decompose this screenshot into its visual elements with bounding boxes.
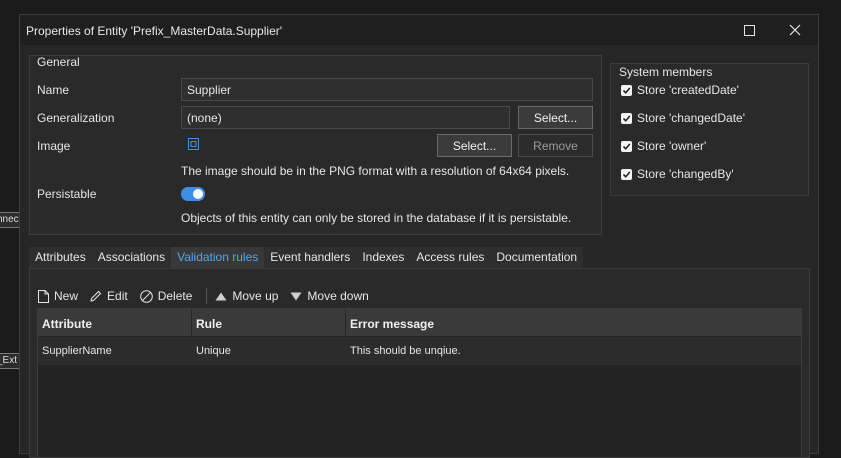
- move-down-label: Move down: [307, 289, 369, 303]
- delete-label: Delete: [157, 289, 193, 303]
- background-fragment: nnec: [0, 212, 20, 228]
- tab-indexes[interactable]: Indexes: [356, 247, 411, 268]
- system-members-legend: System members: [619, 65, 713, 79]
- tab-strip: Attributes Associations Validation rules…: [29, 247, 584, 268]
- store-changed-by-label: Store 'changedBy': [637, 167, 734, 181]
- new-document-icon: [38, 289, 49, 303]
- validation-rules-panel: New Edit Delete Move up Move down Attrib…: [29, 268, 810, 458]
- move-up-button[interactable]: Move up: [215, 289, 278, 303]
- generalization-select-button[interactable]: Select...: [518, 106, 593, 129]
- move-up-label: Move up: [232, 289, 279, 303]
- generalization-field[interactable]: (none): [181, 106, 510, 129]
- validation-rules-grid: Attribute Rule Error message SupplierNam…: [37, 308, 802, 458]
- move-down-button[interactable]: Move down: [290, 289, 369, 303]
- image-hint: The image should be in the PNG format wi…: [181, 164, 570, 178]
- store-created-date-label: Store 'createdDate': [637, 83, 739, 97]
- maximize-button[interactable]: [726, 15, 772, 45]
- store-changed-date-checkbox[interactable]: Store 'changedDate': [621, 111, 745, 125]
- grid-header: Attribute Rule Error message: [38, 309, 801, 336]
- store-changed-by-checkbox[interactable]: Store 'changedBy': [621, 167, 734, 181]
- persistable-hint: Objects of this entity can only be store…: [181, 211, 572, 225]
- close-icon: [789, 24, 801, 36]
- background-fragment: _Ext: [0, 353, 20, 369]
- triangle-down-icon: [290, 292, 302, 300]
- triangle-up-icon: [215, 292, 227, 300]
- check-icon: [621, 168, 632, 180]
- new-button[interactable]: New: [38, 289, 78, 303]
- generalization-label: Generalization: [37, 111, 115, 125]
- store-owner-label: Store 'owner': [637, 139, 707, 153]
- store-created-date-checkbox[interactable]: Store 'createdDate': [621, 83, 739, 97]
- tab-documentation[interactable]: Documentation: [490, 247, 584, 268]
- edit-label: Edit: [107, 289, 128, 303]
- edit-button[interactable]: Edit: [90, 289, 128, 303]
- table-row[interactable]: SupplierName Unique This should be unqiu…: [38, 337, 801, 365]
- pencil-icon: [90, 290, 102, 302]
- image-remove-button[interactable]: Remove: [518, 134, 593, 157]
- close-button[interactable]: [772, 15, 818, 45]
- image-label: Image: [37, 139, 71, 153]
- image-placeholder-icon: [188, 138, 199, 153]
- new-label: New: [54, 289, 79, 303]
- entity-properties-dialog: Properties of Entity 'Prefix_MasterData.…: [19, 14, 819, 458]
- system-members-group: System members Store 'createdDate' Store…: [610, 63, 809, 196]
- tab-access-rules[interactable]: Access rules: [410, 247, 491, 268]
- cell-error-message: This should be unqiue.: [350, 345, 461, 357]
- toggle-knob: [193, 189, 203, 199]
- name-label: Name: [37, 83, 70, 97]
- check-icon: [621, 84, 632, 96]
- toolbar: New Edit Delete Move up Move down: [38, 286, 381, 306]
- column-header-attribute[interactable]: Attribute: [38, 309, 192, 336]
- persistable-label: Persistable: [37, 187, 97, 201]
- store-owner-checkbox[interactable]: Store 'owner': [621, 139, 706, 153]
- window-title: Properties of Entity 'Prefix_MasterData.…: [26, 24, 283, 38]
- toolbar-divider: [206, 288, 208, 304]
- check-icon: [621, 140, 632, 152]
- cell-attribute: SupplierName: [42, 345, 112, 357]
- title-bar[interactable]: Properties of Entity 'Prefix_MasterData.…: [20, 15, 818, 45]
- delete-button[interactable]: Delete: [139, 289, 193, 303]
- tab-associations[interactable]: Associations: [91, 247, 172, 268]
- store-changed-date-label: Store 'changedDate': [637, 111, 745, 125]
- image-select-button[interactable]: Select...: [437, 134, 512, 157]
- column-header-rule[interactable]: Rule: [192, 309, 346, 336]
- maximize-icon: [743, 24, 755, 36]
- general-group: General Name Supplier Generalization (no…: [29, 55, 602, 235]
- check-icon: [621, 112, 632, 124]
- name-field[interactable]: Supplier: [181, 78, 593, 101]
- general-legend: General: [37, 55, 80, 69]
- persistable-toggle[interactable]: [181, 187, 205, 201]
- tab-validation-rules[interactable]: Validation rules: [171, 247, 265, 268]
- tab-event-handlers[interactable]: Event handlers: [264, 247, 357, 268]
- column-header-error-message[interactable]: Error message: [346, 309, 801, 336]
- cell-rule: Unique: [196, 345, 231, 357]
- tab-attributes[interactable]: Attributes: [29, 247, 92, 268]
- delete-icon: [139, 289, 153, 303]
